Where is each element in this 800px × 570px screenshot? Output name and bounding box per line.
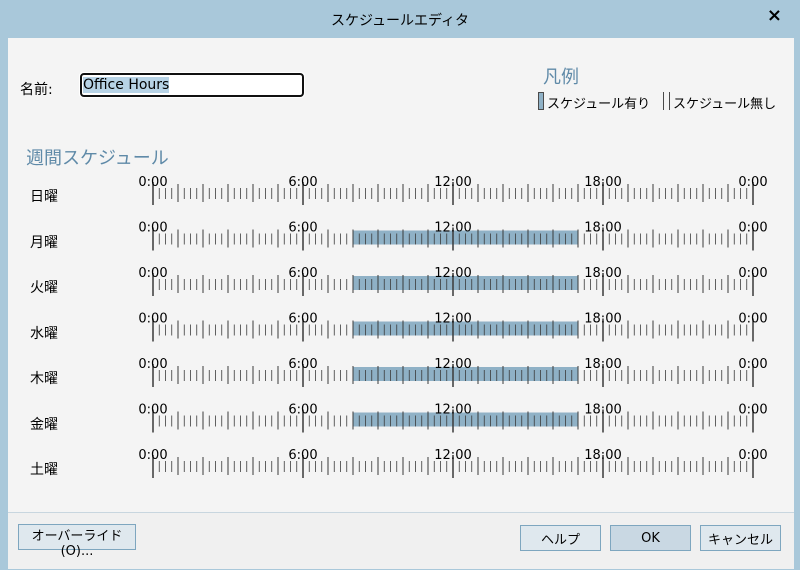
day-row[interactable]: 0:00 6:00 12:00 18:00 0:00 — [138, 221, 768, 251]
time-label: 18:00 — [584, 357, 621, 372]
time-label: 12:00 — [434, 221, 471, 236]
time-label: 12:00 — [434, 266, 471, 281]
time-label: 12:00 — [434, 448, 471, 463]
time-label: 0:00 — [138, 448, 167, 463]
override-button[interactable]: オーバーライド(O)... — [18, 524, 136, 559]
cancel-button[interactable]: キャンセル — [700, 525, 781, 551]
time-label: 12:00 — [434, 312, 471, 327]
time-label: 0:00 — [738, 448, 767, 463]
time-label: 6:00 — [288, 312, 317, 327]
time-label: 18:00 — [584, 448, 621, 463]
time-label: 0:00 — [138, 312, 167, 327]
time-label: 18:00 — [584, 175, 621, 190]
ok-button[interactable]: OK — [610, 525, 691, 551]
day-row[interactable]: 0:00 6:00 12:00 18:00 0:00 — [138, 266, 768, 296]
time-label: 0:00 — [138, 175, 167, 190]
time-label: 0:00 — [738, 403, 767, 418]
time-label: 0:00 — [738, 221, 767, 236]
time-label: 6:00 — [288, 266, 317, 281]
time-label: 6:00 — [288, 221, 317, 236]
time-label: 0:00 — [138, 403, 167, 418]
time-label: 6:00 — [288, 175, 317, 190]
day-row[interactable]: 0:00 6:00 12:00 18:00 0:00 — [138, 448, 768, 478]
time-label: 6:00 — [288, 448, 317, 463]
time-label: 18:00 — [584, 403, 621, 418]
time-label: 0:00 — [138, 221, 167, 236]
time-label: 12:00 — [434, 357, 471, 372]
time-label: 0:00 — [138, 357, 167, 372]
weekly-schedule-grid[interactable]: 0:00 6:00 12:00 18:00 0:00 0:00 6:00 12:00 18:00… — [0, 0, 800, 512]
time-label: 12:00 — [434, 175, 471, 190]
time-label: 18:00 — [584, 266, 621, 281]
time-label: 12:00 — [434, 403, 471, 418]
time-label: 6:00 — [288, 403, 317, 418]
time-label: 18:00 — [584, 312, 621, 327]
time-label: 0:00 — [138, 266, 167, 281]
day-row[interactable]: 0:00 6:00 12:00 18:00 0:00 — [138, 403, 768, 433]
help-button[interactable]: ヘルプ — [520, 525, 601, 551]
time-label: 0:00 — [738, 266, 767, 281]
day-row[interactable]: 0:00 6:00 12:00 18:00 0:00 — [138, 357, 768, 387]
day-row[interactable]: 0:00 6:00 12:00 18:00 0:00 — [138, 175, 768, 205]
time-label: 0:00 — [738, 312, 767, 327]
time-label: 6:00 — [288, 357, 317, 372]
time-label: 0:00 — [738, 357, 767, 372]
time-label: 18:00 — [584, 221, 621, 236]
day-row[interactable]: 0:00 6:00 12:00 18:00 0:00 — [138, 312, 768, 342]
time-label: 0:00 — [738, 175, 767, 190]
